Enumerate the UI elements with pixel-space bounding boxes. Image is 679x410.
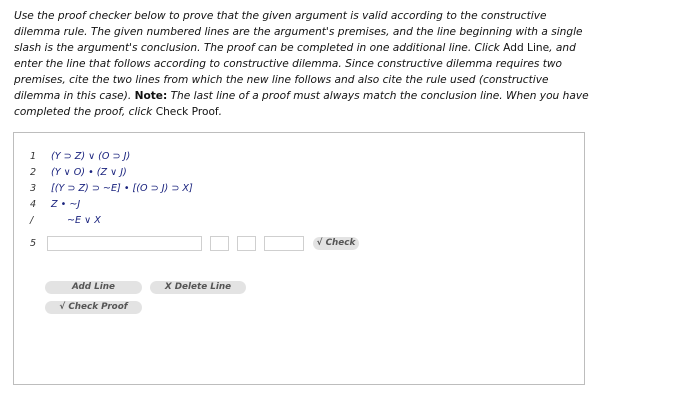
- add-line-reference: Add Line: [503, 42, 550, 54]
- line-formula-input[interactable]: [47, 236, 202, 251]
- instructions-part-1: Use the proof checker below to prove tha…: [14, 10, 583, 54]
- delete-line-button[interactable]: X Delete Line: [150, 281, 246, 294]
- conclusion-formula: ~E ∨ X: [67, 215, 101, 226]
- premise-formula: [(Y ⊃ Z) ⊃ ~E] • [(O ⊃ J) ⊃ X]: [51, 183, 193, 194]
- note-label: Note:: [134, 90, 168, 102]
- proof-checker-panel: 1 (Y ⊃ Z) ∨ (O ⊃ J) 2 (Y ∨ O) • (Z ∨ J) …: [13, 132, 585, 385]
- rule-input[interactable]: [264, 236, 304, 251]
- instructions-text: Use the proof checker below to prove tha…: [14, 8, 589, 120]
- cite-line-2-input[interactable]: [237, 236, 256, 251]
- cite-line-1-input[interactable]: [210, 236, 229, 251]
- line-number: 1: [30, 151, 37, 162]
- line-number: 3: [30, 183, 37, 194]
- premise-formula: (Y ⊃ Z) ∨ (O ⊃ J): [51, 151, 131, 162]
- conclusion-slash: /: [30, 215, 34, 226]
- line-number: 4: [30, 199, 37, 210]
- check-proof-reference: Check Proof: [155, 106, 219, 118]
- premise-formula: Z • ~J: [51, 199, 81, 210]
- check-button[interactable]: √ Check: [313, 237, 359, 250]
- entry-line-number: 5: [30, 238, 37, 249]
- premise-formula: (Y ∨ O) • (Z ∨ J): [51, 167, 127, 178]
- instructions-part-4: .: [218, 106, 223, 118]
- check-proof-button[interactable]: √ Check Proof: [45, 301, 142, 314]
- add-line-button[interactable]: Add Line: [45, 281, 142, 294]
- line-number: 2: [30, 167, 37, 178]
